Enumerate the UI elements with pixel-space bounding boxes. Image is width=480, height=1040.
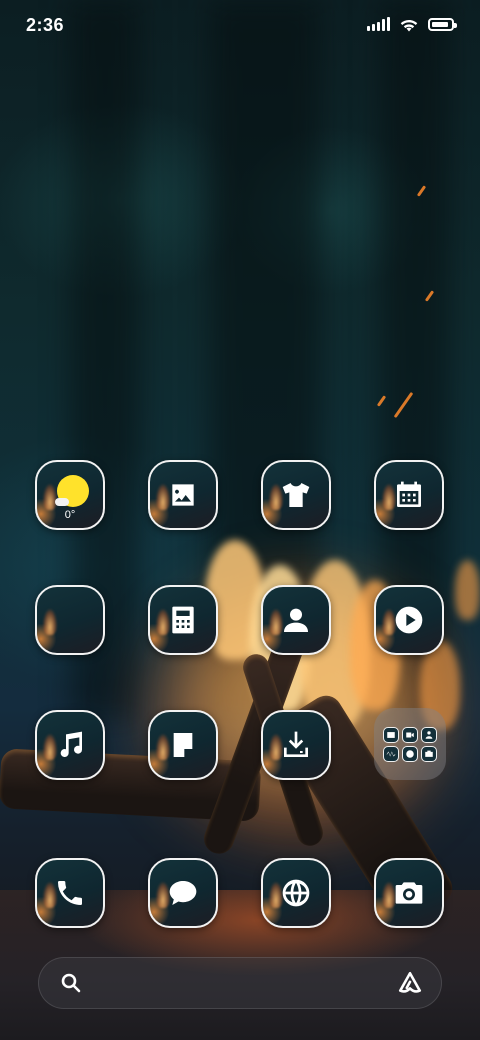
calendar-icon bbox=[397, 481, 421, 507]
camera-icon bbox=[395, 882, 423, 904]
contacts-app[interactable] bbox=[261, 585, 331, 655]
cloud-icon bbox=[55, 498, 69, 506]
mini-app-icon bbox=[383, 726, 399, 743]
globe-icon bbox=[282, 879, 310, 907]
mini-app-icon bbox=[402, 726, 418, 743]
music-icon bbox=[60, 731, 83, 758]
home-search-bar[interactable] bbox=[38, 957, 442, 1009]
notes-app[interactable] bbox=[148, 710, 218, 780]
theme-shirt-icon bbox=[282, 483, 310, 507]
blank-app[interactable] bbox=[35, 585, 105, 655]
mini-app-icon bbox=[421, 726, 437, 743]
app-grid: 0° bbox=[0, 0, 480, 1040]
search-icon[interactable] bbox=[59, 971, 83, 995]
phone-icon bbox=[58, 881, 82, 905]
camera-app[interactable] bbox=[374, 858, 444, 928]
assistant-icon[interactable] bbox=[397, 970, 423, 996]
calculator-icon bbox=[172, 606, 194, 634]
mini-app-icon bbox=[421, 745, 437, 762]
phone-app[interactable] bbox=[35, 858, 105, 928]
gallery-app[interactable] bbox=[148, 460, 218, 530]
music-app[interactable] bbox=[35, 710, 105, 780]
mini-app-icon bbox=[402, 745, 418, 762]
gallery-icon bbox=[172, 484, 194, 506]
browser-app[interactable] bbox=[261, 858, 331, 928]
calculator-app[interactable] bbox=[148, 585, 218, 655]
weather-temperature: 0° bbox=[64, 509, 76, 521]
weather-widget[interactable]: 0° bbox=[35, 460, 105, 530]
video-app[interactable] bbox=[374, 585, 444, 655]
themes-app[interactable] bbox=[261, 460, 331, 530]
notes-icon bbox=[173, 733, 193, 757]
app-folder[interactable] bbox=[374, 708, 446, 780]
calendar-app[interactable] bbox=[374, 460, 444, 530]
messages-app[interactable] bbox=[148, 858, 218, 928]
mini-app-icon bbox=[383, 745, 399, 762]
download-icon bbox=[284, 731, 308, 757]
video-play-icon bbox=[395, 606, 423, 634]
downloads-app[interactable] bbox=[261, 710, 331, 780]
messages-icon bbox=[169, 881, 197, 905]
contacts-icon bbox=[284, 608, 308, 632]
